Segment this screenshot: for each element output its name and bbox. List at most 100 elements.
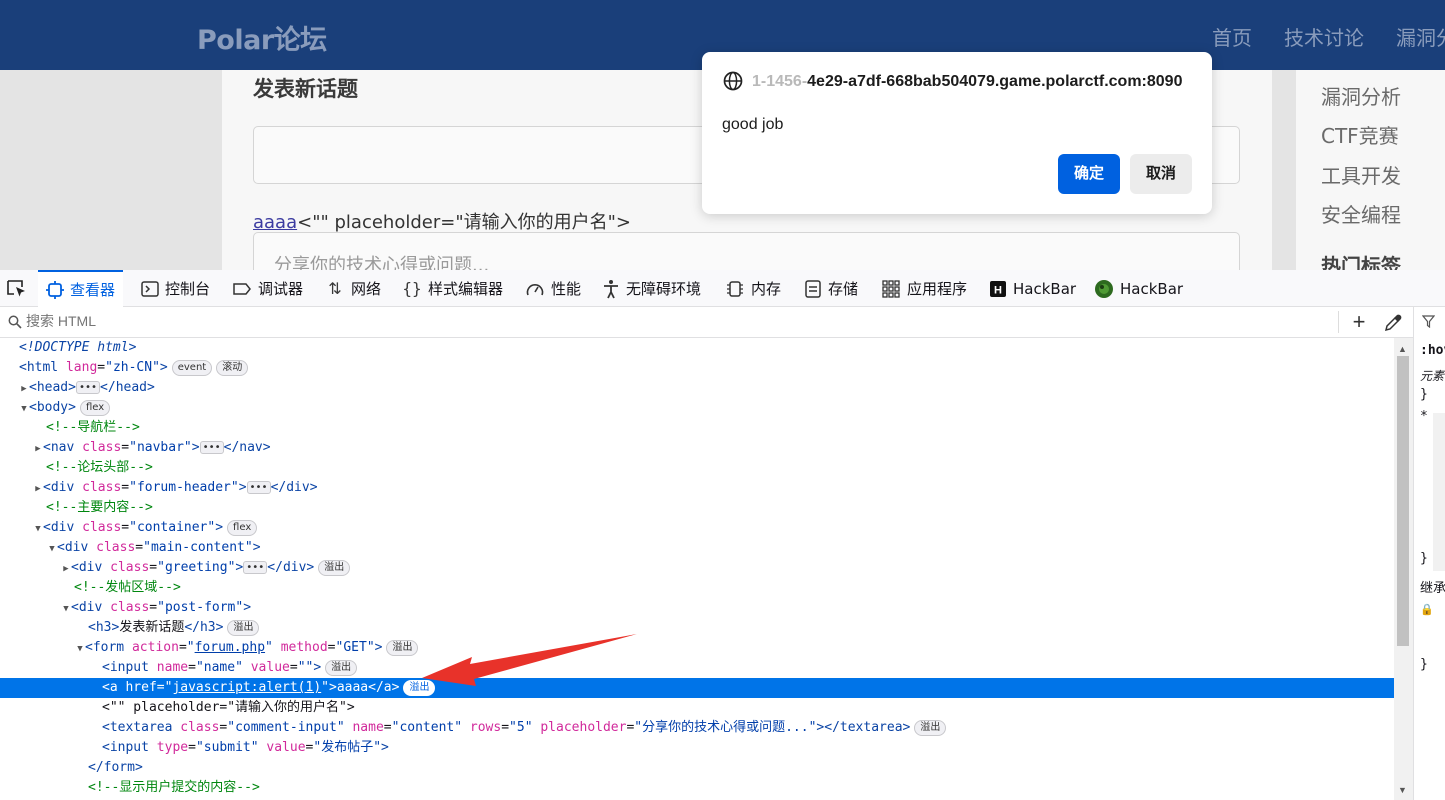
sidebar-item-tools[interactable]: 工具开发 [1321, 160, 1401, 189]
tab-performance[interactable]: 性能 [525, 270, 581, 307]
search-html-input[interactable] [26, 313, 1226, 329]
attr-value: zh-CN [112, 360, 153, 375]
attr-value-link[interactable]: javascript:alert(1) [172, 680, 321, 695]
injected-link[interactable]: aaaa [253, 212, 297, 233]
collapsed-ellipsis-icon[interactable]: ••• [75, 381, 101, 394]
tree-line-comment-main[interactable]: <!--主要内容--> [0, 498, 1394, 518]
tree-line-main-content[interactable]: ▼ <div class="main-content"> [0, 538, 1394, 558]
event-badge[interactable]: event [171, 359, 213, 376]
tree-line-comment-post[interactable]: <!--发帖区域--> [0, 578, 1394, 598]
tree-line-input-submit[interactable]: <input type="submit" value="发布帖子"> [0, 738, 1394, 758]
tab-application[interactable]: 应用程序 [881, 270, 967, 307]
attr-value: 发布帖子 [321, 740, 374, 755]
collapse-triangle-icon[interactable]: ▼ [47, 539, 57, 559]
ok-button[interactable]: 确定 [1058, 154, 1120, 194]
hov-toggle[interactable]: :hov [1420, 343, 1445, 358]
lock-icon: 🔒 [1420, 603, 1434, 616]
tree-line-post-form[interactable]: ▼ <div class="post-form"> [0, 598, 1394, 618]
attr-value: comment-input [235, 720, 337, 735]
tree-line-input-name[interactable]: <input name="name" value=""> 溢出 [0, 658, 1394, 678]
tab-console[interactable]: 控制台 [141, 270, 210, 307]
overflow-badge[interactable]: 溢出 [325, 659, 358, 676]
tab-accessibility[interactable]: 无障碍环境 [602, 270, 701, 307]
tree-line-nav[interactable]: ▶ <nav class="navbar"> ••• </nav> [0, 438, 1394, 458]
rules-scrollbar[interactable] [1433, 413, 1445, 571]
tree-line-forum-header[interactable]: ▶ <div class="forum-header"> ••• </div> [0, 478, 1394, 498]
expand-triangle-icon[interactable]: ▶ [61, 559, 71, 579]
tag-name: div [50, 520, 75, 535]
attr-name: href [125, 680, 157, 695]
expand-triangle-icon[interactable]: ▶ [33, 479, 43, 499]
overflow-badge[interactable]: 溢出 [227, 619, 260, 636]
scroll-down-arrow-icon[interactable]: ▼ [1398, 785, 1407, 795]
overflow-badge[interactable]: 溢出 [403, 679, 436, 696]
attr-value: GET [343, 640, 367, 655]
tree-scrollbar-thumb[interactable] [1397, 356, 1409, 646]
tree-line-anchor-selected[interactable]: <a href="javascript:alert(1)">aaaa</a> 溢出 [0, 678, 1394, 698]
collapse-triangle-icon[interactable]: ▼ [33, 519, 43, 539]
sidebar-item-secprog[interactable]: 安全编程 [1321, 199, 1401, 228]
accessibility-icon [604, 279, 618, 298]
eyedropper-icon[interactable] [1383, 313, 1403, 333]
site-brand[interactable]: Polar论坛 [197, 18, 327, 57]
tab-debugger[interactable]: 调试器 [232, 270, 303, 307]
sidebar-item-ctf[interactable]: CTF竞赛 [1321, 120, 1399, 149]
tab-inspector[interactable]: 查看器 [38, 270, 124, 307]
tree-line-head[interactable]: ▶ <head> ••• </head> [0, 378, 1394, 398]
collapse-triangle-icon[interactable]: ▼ [61, 599, 71, 619]
add-node-icon[interactable]: + [1348, 311, 1370, 333]
sidebar-item-vuln[interactable]: 漏洞分析 [1321, 81, 1401, 110]
tree-line-greeting[interactable]: ▶ <div class="greeting"> ••• </div> 溢出 [0, 558, 1394, 578]
attr-name: name [352, 720, 384, 735]
tree-line-form[interactable]: ▼ <form action="forum.php" method="GET"> 溢… [0, 638, 1394, 658]
tree-line-body[interactable]: ▼ <body> flex [0, 398, 1394, 418]
scroll-up-arrow-icon[interactable]: ▲ [1398, 344, 1407, 354]
overflow-badge[interactable]: 溢出 [318, 559, 351, 576]
content-textarea[interactable]: 分享你的技术心得或问题... [253, 232, 1240, 270]
collapsed-ellipsis-icon[interactable]: ••• [199, 441, 224, 454]
nav-link-home[interactable]: 首页 [1212, 22, 1252, 51]
tab-hackbar-2[interactable]: HackBar [1094, 270, 1183, 307]
tab-network[interactable]: ⇅ 网络 [325, 270, 381, 307]
attr-name: class [110, 560, 150, 575]
expand-triangle-icon[interactable]: ▶ [33, 439, 43, 459]
scroll-badge[interactable]: 滚动 [216, 359, 249, 376]
tab-hackbar[interactable]: H HackBar [989, 270, 1076, 307]
attr-name: class [110, 600, 150, 615]
memory-icon [727, 280, 743, 297]
filter-icon[interactable] [1422, 315, 1435, 328]
tree-line-doctype[interactable]: <!DOCTYPE html> [0, 338, 1394, 358]
attr-name: placeholder [540, 720, 627, 735]
nav-link-tech[interactable]: 技术讨论 [1284, 22, 1364, 51]
tree-line-textarea[interactable]: <textarea class="comment-input" name="co… [0, 718, 1394, 738]
collapsed-ellipsis-icon[interactable]: ••• [246, 481, 271, 494]
tab-storage[interactable]: 存储 [804, 270, 858, 307]
tab-style-editor[interactable]: {} 样式编辑器 [402, 270, 503, 307]
cancel-button[interactable]: 取消 [1130, 154, 1192, 194]
flex-badge[interactable]: flex [79, 399, 111, 416]
tree-line-container[interactable]: ▼ <div class="container"> flex [0, 518, 1394, 538]
collapsed-ellipsis-icon[interactable]: ••• [243, 561, 268, 574]
overflow-badge[interactable]: 溢出 [386, 639, 419, 656]
attr-value: navbar [136, 440, 184, 455]
tab-label: 样式编辑器 [428, 280, 504, 298]
tree-line-comment-show[interactable]: <!--显示用户提交的内容--> [0, 778, 1394, 798]
tree-line-h3[interactable]: <h3>发表新话题</h3> 溢出 [0, 618, 1394, 638]
nav-link-vuln[interactable]: 漏洞分 [1396, 22, 1445, 51]
overflow-badge[interactable]: 溢出 [914, 719, 947, 736]
collapse-triangle-icon[interactable]: ▼ [19, 399, 29, 419]
hackbar-icon: H [990, 280, 1006, 297]
expand-triangle-icon[interactable]: ▶ [19, 379, 29, 399]
attr-value-link[interactable]: forum.php [195, 640, 265, 655]
element-picker-icon[interactable] [6, 279, 28, 299]
tree-line-form-close[interactable]: </form> [0, 758, 1394, 778]
tree-line-text-node[interactable]: <"" placeholder="请输入你的用户名"> [0, 698, 1394, 718]
tab-memory[interactable]: 内存 [725, 270, 781, 307]
collapse-triangle-icon[interactable]: ▼ [75, 639, 85, 659]
tree-line-html[interactable]: <html lang="zh-CN"> event 滚动 [0, 358, 1394, 378]
tree-line-comment-nav[interactable]: <!--导航栏--> [0, 418, 1394, 438]
flex-badge[interactable]: flex [227, 519, 258, 536]
tag-name: nav [50, 440, 75, 455]
tree-line-comment-header[interactable]: <!--论坛头部--> [0, 458, 1394, 478]
text-node: 发表新话题 [119, 620, 185, 635]
